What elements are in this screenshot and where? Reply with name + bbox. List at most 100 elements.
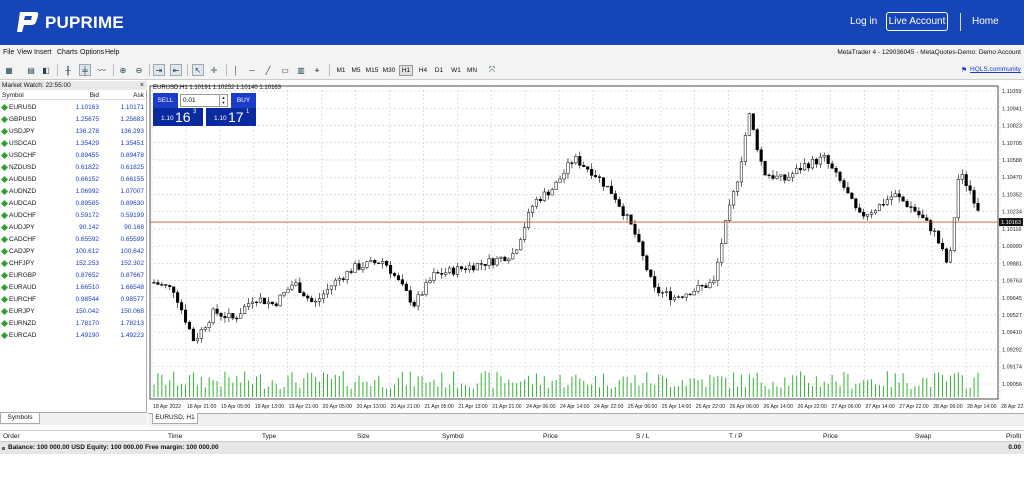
tab-symbols[interactable]: Symbols (0, 413, 40, 424)
close-icon[interactable]: × (140, 81, 144, 90)
menu-file[interactable]: File (3, 49, 14, 56)
hqls-community-link[interactable]: HQLS.community (970, 66, 1021, 73)
market-watch-row[interactable]: EURCHF 0.98544 0.98577 (0, 294, 147, 306)
market-watch-row[interactable]: EURGBP 0.87652 0.87667 (0, 270, 147, 282)
market-watch-row[interactable]: CHFJPY 152.253 152.302 (0, 258, 147, 270)
ask-column-header[interactable]: Ask (133, 92, 144, 99)
symbol-name: USDCHF (9, 152, 37, 159)
col-size[interactable]: Size (357, 433, 370, 440)
market-watch-row[interactable]: EURNZD 1.78170 1.78213 (0, 318, 147, 330)
price-chart[interactable]: 1.11059 1.10941 1.10823 1.10705 1.10588 1.104… (148, 81, 1024, 413)
market-watch-icon[interactable]: ◧ (40, 64, 52, 76)
trendline-icon[interactable]: ╱ (262, 64, 274, 76)
timeframe-mn[interactable]: MN (465, 65, 479, 76)
col-tp[interactable]: T / P (729, 433, 743, 440)
shapes-icon[interactable]: ⚹ (311, 64, 323, 76)
current-price-label: 1.10163 (1001, 220, 1021, 226)
market-watch-row[interactable]: AUDJPY 90.142 90.168 (0, 222, 147, 234)
market-watch-row[interactable]: CADCHF 0.65592 0.65599 (0, 234, 147, 246)
candlestick-icon[interactable]: ╪ (79, 64, 91, 76)
home-link[interactable]: Home (972, 16, 999, 27)
chart-tabstrip (148, 413, 1024, 426)
col-symbol[interactable]: Symbol (442, 433, 464, 440)
col-swap[interactable]: Swap (915, 433, 931, 440)
menu-help[interactable]: Help (105, 49, 119, 56)
cursor-icon[interactable]: ↖ (192, 64, 204, 76)
col-type[interactable]: Type (262, 433, 276, 440)
price-axis-label: 1.09174 (1002, 365, 1022, 371)
crosshair-icon[interactable]: ✛ (208, 64, 220, 76)
market-watch-row[interactable]: EURAUD 1.66510 1.66548 (0, 282, 147, 294)
sell-price[interactable]: 1.10 16 3 (153, 108, 203, 126)
timeframe-m5[interactable]: M5 (349, 65, 363, 76)
tab-eurusd-h1[interactable]: EURUSD, H1 (152, 413, 198, 424)
sell-button[interactable]: SELL (153, 93, 178, 108)
col-order[interactable]: Order (3, 433, 20, 440)
candle-body (743, 135, 747, 162)
market-watch-row[interactable]: EURJPY 150.042 150.068 (0, 306, 147, 318)
time-axis-label: 24 Apr 22:00 (594, 404, 624, 410)
zoom-out-icon[interactable]: ⊖ (133, 64, 145, 76)
market-watch-row[interactable]: CADJPY 100.612 100.642 (0, 246, 147, 258)
timeframe-m1[interactable]: M1 (334, 65, 348, 76)
fibonacci-icon[interactable]: ▥ (295, 64, 307, 76)
candle-body (787, 176, 791, 181)
live-account-button[interactable]: Live Account (886, 12, 948, 31)
menu-charts[interactable]: Charts (57, 49, 78, 56)
zoom-in-icon[interactable]: ⊕ (117, 64, 129, 76)
vertical-line-icon[interactable]: │ (230, 64, 242, 76)
buy-button[interactable]: BUY (231, 93, 256, 108)
fullscreen-icon[interactable]: ⤧ (486, 64, 498, 76)
col-price[interactable]: Price (543, 433, 558, 440)
timeframe-h4[interactable]: H4 (416, 65, 430, 76)
symbol-column-header[interactable]: Symbol (2, 92, 24, 99)
col-current-price[interactable]: Price (823, 433, 838, 440)
profiles-icon[interactable]: ▤ (25, 64, 37, 76)
candlestick-chart[interactable]: 1.11059 1.10941 1.10823 1.10705 1.10588 1.104… (148, 81, 1024, 413)
market-watch-row[interactable]: EURUSD 1.10163 1.10171 (0, 102, 147, 114)
bid-column-header[interactable]: Bid (90, 92, 99, 99)
col-time[interactable]: Time (168, 433, 182, 440)
candle-body (818, 156, 822, 165)
balance-icon (2, 447, 5, 450)
horizontal-line-icon[interactable]: ─ (246, 64, 258, 76)
candle-body (436, 272, 440, 274)
login-link[interactable]: Log in (850, 16, 877, 27)
new-chart-icon[interactable]: ▦ (3, 64, 15, 76)
candle-body (321, 293, 326, 299)
timeframe-d1[interactable]: D1 (432, 65, 446, 76)
time-axis-label: 21 Apr 05:00 (424, 404, 454, 410)
time-axis-label: 21 Apr 21:00 (492, 404, 522, 410)
col-profit[interactable]: Profit (1006, 433, 1021, 440)
market-watch-row[interactable]: AUDCHF 0.59172 0.59199 (0, 210, 147, 222)
candle-body (885, 199, 889, 205)
timeframe-w1[interactable]: W1 (449, 65, 463, 76)
chart-shift-icon[interactable]: ⇤ (170, 64, 182, 76)
market-watch-row[interactable]: AUDNZD 1.06992 1.07007 (0, 186, 147, 198)
timeframe-m30[interactable]: M30 (382, 65, 396, 76)
time-axis-label: 25 Apr 14:00 (662, 404, 692, 410)
puprime-logo[interactable] (14, 10, 40, 34)
market-watch-row[interactable]: GBPUSD 1.25675 1.25683 (0, 114, 147, 126)
market-watch-row[interactable]: NZDUSD 0.61822 0.61825 (0, 162, 147, 174)
auto-scroll-icon[interactable]: ⇥ (153, 64, 165, 76)
timeframe-h1[interactable]: H1 (399, 65, 413, 76)
col-sl[interactable]: S / L (636, 433, 649, 440)
market-watch-row[interactable]: AUDCAD 0.89585 0.89630 (0, 198, 147, 210)
lot-size-input[interactable]: 0.01 ▲ ▼ (180, 94, 228, 107)
market-watch-row[interactable]: USDCHF 0.89455 0.89478 (0, 150, 147, 162)
text-label-icon[interactable]: ▭ (279, 64, 291, 76)
candle-body (873, 210, 878, 214)
market-watch-row[interactable]: USDJPY 136.278 136.293 (0, 126, 147, 138)
market-watch-row[interactable]: AUDUSD 0.66152 0.66155 (0, 174, 147, 186)
market-watch-row[interactable]: USDCAD 1.35429 1.35451 (0, 138, 147, 150)
menu-view[interactable]: View (17, 49, 32, 56)
lot-stepper-icon[interactable]: ▲ ▼ (219, 95, 227, 106)
buy-price[interactable]: 1.10 17 1 (206, 108, 256, 126)
bar-chart-icon[interactable]: ╫ (62, 64, 74, 76)
menu-options[interactable]: Options (80, 49, 104, 56)
market-watch-row[interactable]: EURCAD 1.49190 1.49223 (0, 330, 147, 342)
menu-insert[interactable]: Insert (34, 49, 52, 56)
timeframe-m15[interactable]: M15 (365, 65, 379, 76)
line-chart-icon[interactable]: 〰 (96, 64, 108, 76)
